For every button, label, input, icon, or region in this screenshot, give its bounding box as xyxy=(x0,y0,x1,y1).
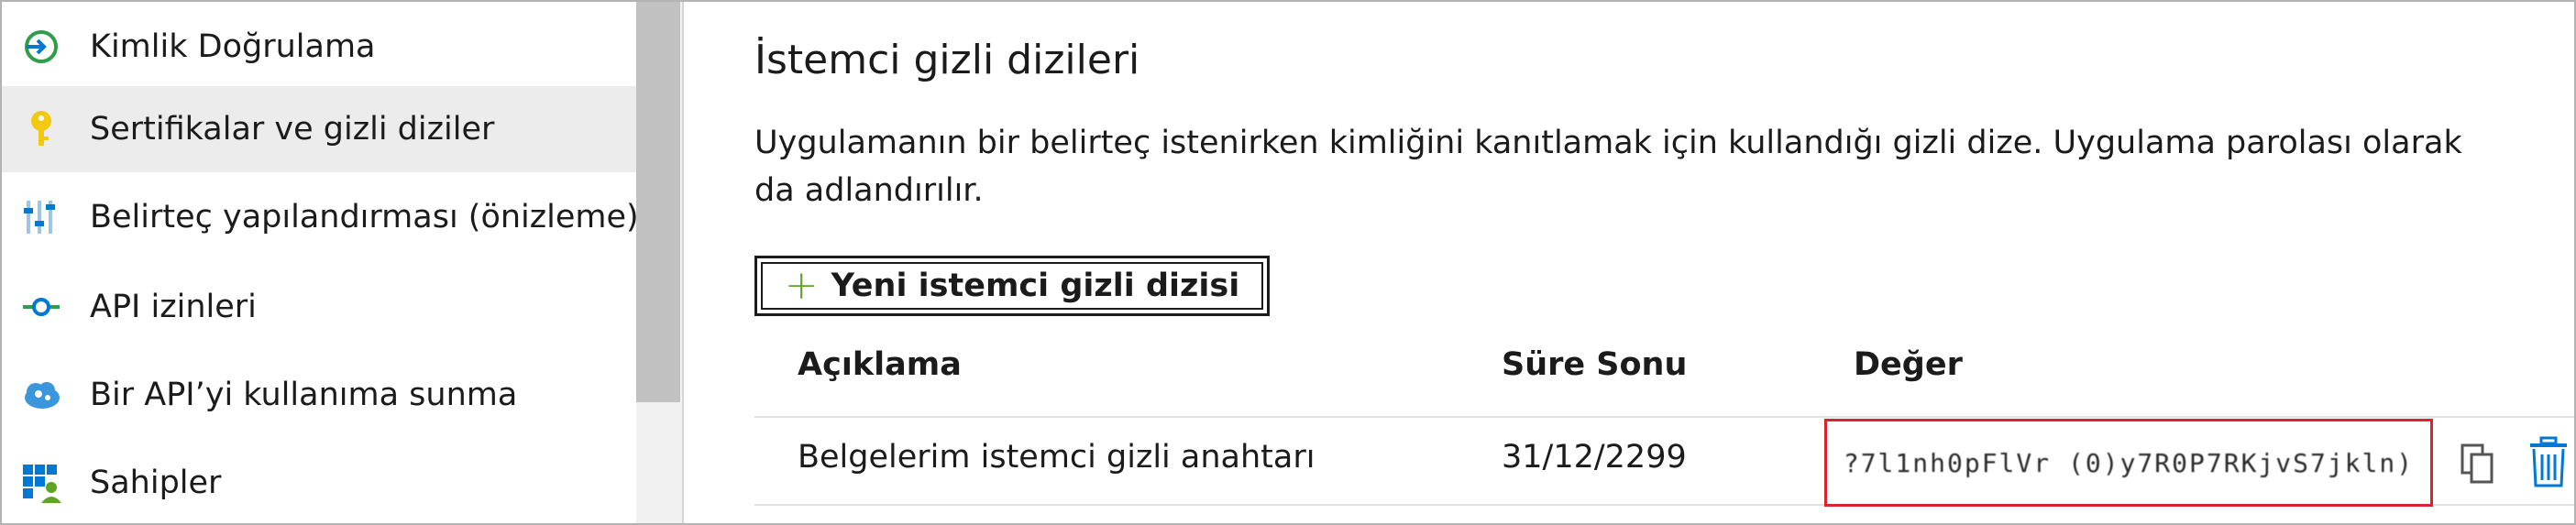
column-header-value: Değer xyxy=(1854,346,1963,383)
sidebar-item-owners[interactable]: Sahipler xyxy=(2,440,636,523)
sidebar-item-authentication[interactable]: Kimlik Doğrulama xyxy=(2,4,636,90)
sidebar-item-label: Kimlik Doğrulama xyxy=(90,28,376,65)
scrollbar-thumb[interactable] xyxy=(636,2,680,402)
copy-icon[interactable] xyxy=(2459,442,2499,487)
sidebar-item-label: Sahipler xyxy=(90,465,222,501)
api-permissions-icon xyxy=(18,284,64,330)
app-frame: Kimlik Doğrulama Sertifikalar ve gizli d… xyxy=(0,0,2576,525)
section-description: Uygulamanın bir belirteç istenirken kiml… xyxy=(754,125,2462,209)
sidebar-item-certificates-secrets[interactable]: Sertifikalar ve gizli diziler xyxy=(2,86,636,172)
sidebar-item-label: Bir API’yi kullanıma sunma xyxy=(90,377,518,413)
plus-icon: + xyxy=(784,262,819,309)
expose-api-icon xyxy=(18,372,64,418)
sidebar-scrollbar[interactable] xyxy=(636,2,682,523)
sidebar-item-label: Sertifikalar ve gizli diziler xyxy=(90,111,495,148)
new-client-secret-button[interactable]: + Yeni istemci gizli dizisi xyxy=(754,256,1270,316)
sidebar-item-label: Belirteç yapılandırması (önizleme) xyxy=(90,199,639,235)
owners-icon xyxy=(18,460,64,506)
sidebar-item-api-permissions[interactable]: API izinleri xyxy=(2,264,636,350)
new-client-secret-button-inner: + Yeni istemci gizli dizisi xyxy=(761,262,1263,310)
column-header-description: Açıklama xyxy=(798,346,962,383)
sidebar-item-expose-api[interactable]: Bir API’yi kullanıma sunma xyxy=(2,352,636,438)
new-client-secret-label: Yeni istemci gizli dizisi xyxy=(831,268,1240,304)
sidebar-item-token-configuration[interactable]: Belirteç yapılandırması (önizleme) xyxy=(2,174,639,260)
page-title: İstemci gizli dizileri xyxy=(754,37,1140,83)
delete-icon[interactable] xyxy=(2526,436,2570,489)
key-icon xyxy=(18,106,64,152)
main-content: İstemci gizli dizileri Uygulamanın bir b… xyxy=(684,2,2574,523)
secret-value-highlight: ?7l1nh0pFlVr (0)y7R0P7RKjvS7jkln) xyxy=(1824,419,2433,507)
sidebar-nav: Kimlik Doğrulama Sertifikalar ve gizli d… xyxy=(2,2,639,523)
column-header-expires: Süre Sonu xyxy=(1502,346,1688,383)
sidebar-item-label: API izinleri xyxy=(90,289,257,325)
token-config-icon xyxy=(18,194,64,240)
secret-description-cell: Belgelerim istemci gizli anahtarı xyxy=(798,439,1316,476)
secret-value-cell[interactable]: ?7l1nh0pFlVr (0)y7R0P7RKjvS7jkln) xyxy=(1844,448,2414,478)
table-header-divider xyxy=(754,416,2574,418)
authentication-icon xyxy=(18,24,64,70)
secret-expires-cell: 31/12/2299 xyxy=(1502,439,1687,476)
